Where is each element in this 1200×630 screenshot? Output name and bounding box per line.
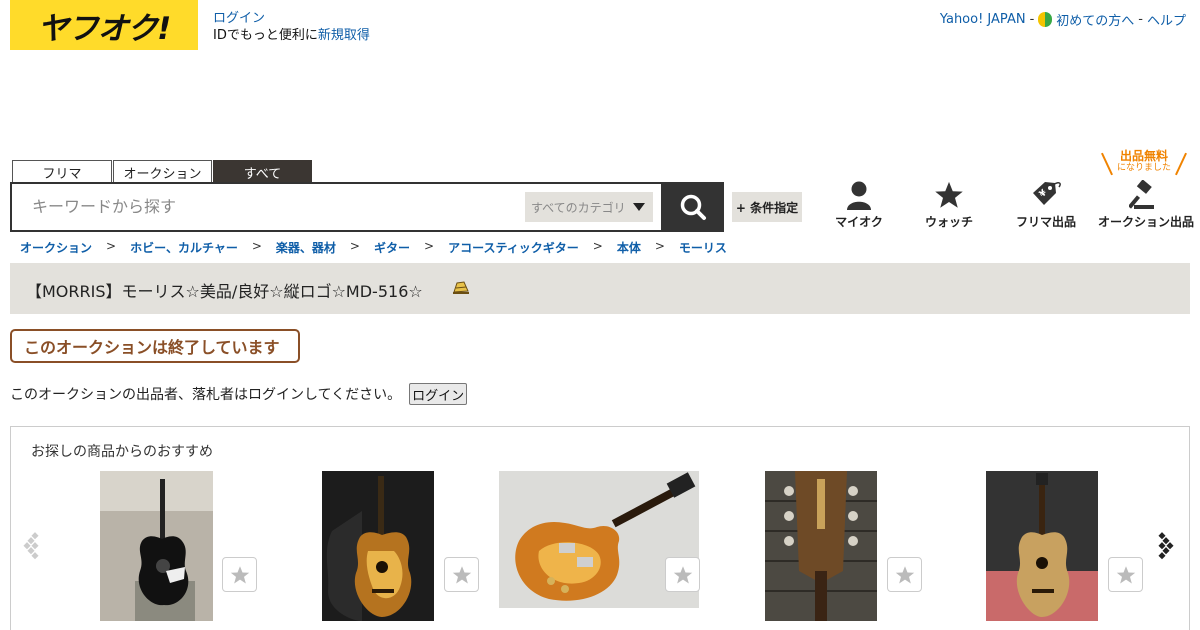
yahuoku-logo[interactable]: ヤフオク! <box>10 0 198 50</box>
login-message: このオークションの出品者、落札者はログインしてください。 <box>10 387 402 403</box>
search-box: すべてのカテゴリ <box>10 182 663 232</box>
breadcrumb-body[interactable]: 本体 <box>617 239 641 256</box>
star-icon <box>230 565 249 583</box>
free-badge-sub: になりました <box>1116 163 1171 173</box>
page-title: 【MORRIS】モーリス☆美品/良好☆縦ロゴ☆MD-516☆ <box>26 282 423 301</box>
auction-sell-label: オークション出品 <box>1098 215 1195 229</box>
breadcrumb: オークション > ホビー、カルチャー > 楽器、器材 > ギター > アコーステ… <box>20 239 727 256</box>
hand-bell-icon <box>453 281 469 294</box>
recommend-panel: お探しの商品からのおすすめ <box>10 426 1190 630</box>
auction-ended-notice: このオークションは終了しています <box>10 329 300 363</box>
item-image-4[interactable] <box>765 471 877 621</box>
signup-link[interactable]: 新規取得 <box>318 28 370 43</box>
yahoo-japan-link[interactable]: Yahoo! JAPAN <box>940 12 1026 27</box>
breadcrumb-morris[interactable]: モーリス <box>679 239 727 256</box>
free-listing-badge: 出品無料 になりました <box>1104 150 1184 174</box>
top-links: Yahoo! JAPAN - 初めての方へ - ヘルプ <box>940 10 1186 29</box>
auction-sell-button[interactable]: オークション出品 <box>1098 178 1195 230</box>
search-tabs: フリマ オークション すべて <box>12 160 312 183</box>
free-badge-main: 出品無料 <box>1119 149 1168 163</box>
first-time-link[interactable]: 初めての方へ <box>1056 10 1134 29</box>
breadcrumb-separator: > <box>349 239 360 253</box>
breadcrumb-hobby[interactable]: ホビー、カルチャー <box>130 239 238 256</box>
gavel-icon <box>1129 180 1154 209</box>
my-auction-button[interactable]: マイオク <box>830 178 888 230</box>
watch-star-button[interactable] <box>1108 557 1143 592</box>
watch-star-button[interactable] <box>444 557 479 592</box>
star-icon <box>673 565 692 583</box>
breadcrumb-separator: > <box>424 239 435 253</box>
item-image-5[interactable] <box>986 471 1098 621</box>
breadcrumb-auction[interactable]: オークション <box>20 239 92 256</box>
watch-star-button[interactable] <box>222 557 257 592</box>
breadcrumb-separator: > <box>251 239 262 253</box>
my-auction-label: マイオク <box>835 215 883 229</box>
item-title-bar: 【MORRIS】モーリス☆美品/良好☆縦ロゴ☆MD-516☆ <box>10 263 1190 314</box>
item-image-1[interactable] <box>100 471 213 621</box>
watch-label: ウォッチ <box>924 215 973 229</box>
search-button[interactable] <box>662 182 724 232</box>
login-link[interactable]: ログイン <box>213 10 370 27</box>
help-link[interactable]: ヘルプ <box>1147 10 1186 29</box>
link-separator: - <box>1138 12 1143 27</box>
flea-sell-button[interactable]: ¥ フリマ出品 <box>1014 178 1078 230</box>
search-icon <box>680 194 706 220</box>
watch-star-button[interactable] <box>887 557 922 592</box>
breadcrumb-separator: > <box>106 239 117 253</box>
flea-sell-label: フリマ出品 <box>1015 215 1076 229</box>
condition-button[interactable]: + 条件指定 <box>732 192 802 222</box>
breadcrumb-separator: > <box>654 239 665 253</box>
recommend-title: お探しの商品からのおすすめ <box>31 444 213 460</box>
breadcrumb-acoustic[interactable]: アコースティックギター <box>448 239 579 256</box>
star-icon <box>935 181 963 208</box>
category-select[interactable]: すべてのカテゴリ <box>525 192 653 222</box>
arrow-right-icon[interactable] <box>1156 531 1176 561</box>
tab-flea[interactable]: フリマ <box>12 160 112 183</box>
category-label: すべてのカテゴリ <box>531 200 626 215</box>
tab-auction[interactable]: オークション <box>113 160 212 183</box>
login-message-row: このオークションの出品者、落札者はログインしてください。 ログイン <box>10 383 468 405</box>
breadcrumb-separator: > <box>592 239 603 253</box>
logo-text: ヤフオク! <box>37 10 172 47</box>
watch-button[interactable]: ウォッチ <box>920 178 978 230</box>
tab-all[interactable]: すべて <box>213 160 312 183</box>
watch-star-button[interactable] <box>665 557 700 592</box>
star-icon <box>895 565 914 583</box>
link-separator: - <box>1029 12 1035 27</box>
chevron-down-icon <box>633 203 645 211</box>
item-image-2[interactable] <box>322 471 434 621</box>
star-icon <box>1116 565 1135 583</box>
login-block: ログイン IDでもっと便利に新規取得 <box>213 10 370 44</box>
arrow-left-icon[interactable] <box>23 531 43 561</box>
price-tag-icon: ¥ <box>1033 182 1061 205</box>
breadcrumb-guitar[interactable]: ギター <box>374 239 410 256</box>
breadcrumb-instruments[interactable]: 楽器、器材 <box>276 239 336 256</box>
signup-prefix: IDでもっと便利に <box>213 28 318 43</box>
search-input[interactable] <box>32 197 512 216</box>
login-button[interactable]: ログイン <box>409 383 468 405</box>
user-icon <box>847 181 871 210</box>
beginner-mark-icon <box>1038 12 1053 27</box>
star-icon <box>452 565 471 583</box>
